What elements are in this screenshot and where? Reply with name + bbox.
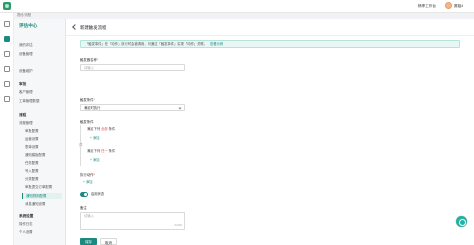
event-select[interactable]: 满足时执行 [80,104,185,111]
enable-toggle[interactable] [80,192,88,197]
cond-text: 满足下列 任一 条件 [87,149,116,153]
user-name[interactable]: 赛姐4 [454,4,463,8]
main-panel: 新建触发流程 「触发事件」在「动作」执行时会被调用，可通过「触发事件」实现「动作… [66,19,474,245]
sidebar-sub-item-active[interactable]: 通知规则配置 [22,193,62,200]
sidebar: 评估中心 我的评估 设备管理 设备维护 审批 客户管理 工单管理数据 流程 流程… [14,19,66,245]
message-icon[interactable] [4,66,10,72]
save-button[interactable]: 保存 [80,238,97,245]
sidebar-sub-item[interactable]: 分类配置 [25,177,39,181]
cancel-button[interactable]: 取消 [100,238,117,245]
info-notice: 「触发事件」在「动作」执行时会被调用，可通过「触发事件」实现「动作」关联。 查看… [80,40,460,48]
sidebar-item[interactable]: 个人设置 [19,230,33,234]
divider [66,35,474,36]
char-counter: 0/200 [174,222,182,227]
toggle-label: 启用状态 [91,191,105,196]
sidebar-sub-item[interactable]: 表单设置 [25,145,39,149]
sidebar-group-label[interactable]: 流程管理 [19,121,33,125]
user-icon[interactable] [4,51,10,57]
sidebar-section: 审批 [19,82,27,86]
sidebar-item[interactable]: 操作日志 [19,222,33,226]
sidebar-item[interactable]: 设备维护 [19,69,33,73]
avatar[interactable] [445,2,452,9]
notice-link[interactable]: 查看示例 [210,42,223,46]
name-input[interactable]: 请输入 [80,64,185,71]
add-action-button[interactable]: + 添加 [83,180,92,185]
add-condition-button[interactable]: + 添加 [90,158,99,163]
sidebar-section: 系统设置 [19,214,34,218]
help-chat-icon[interactable] [456,216,467,227]
sidebar-item[interactable]: 工单管理数据 [19,99,39,103]
remark-label: 备注 [80,206,87,210]
cond-label: 触发条件 [80,120,94,124]
cond-group-2: 满足下列 任一 条件 + 添加 [80,147,185,166]
sidebar-sub-item[interactable]: 号入配置 [25,169,39,173]
add-condition-button[interactable]: + 添加 [90,136,99,141]
icon-rail [0,13,14,245]
event-label: 触发条件* [80,98,95,102]
name-label: 触发器名称* [80,58,99,62]
home-icon[interactable] [4,21,10,27]
sidebar-item[interactable]: 客户管理 [19,90,33,94]
workspace-switcher[interactable]: 畅享工作台 [418,4,436,8]
cond-text: 满足下列 全部 条件 [87,127,116,131]
remark-textarea[interactable]: 请输入 0/200 [80,212,185,230]
sidebar-title: 评估中心 [19,23,38,28]
top-bar: 畅享工作台 赛姐4 [0,0,474,13]
back-arrow-icon[interactable] [72,24,78,30]
app-logo-icon[interactable] [3,2,11,10]
chevron-down-icon [178,106,182,109]
page-title: 新建触发流程 [80,24,107,30]
sidebar-item[interactable]: 设备管理 [19,52,33,56]
sidebar-sub-item[interactable]: 审批提交订单配置 [25,185,52,189]
action-label: 执行动作* [80,173,95,177]
notice-text: 「触发事件」在「动作」执行时会被调用，可通过「触发事件」实现「动作」关联。 [85,42,207,46]
apps-icon[interactable] [4,36,10,42]
sidebar-item[interactable]: 我的评估 [19,43,33,47]
cond-group-1: 满足下列 全部 条件 + 添加 [80,125,185,144]
sidebar-section: 流程 [19,113,27,117]
sidebar-sub-item[interactable]: 任务配置 [25,161,39,165]
sidebar-sub-item[interactable]: 消息通知设置 [25,202,45,206]
sidebar-sub-item[interactable]: 审批配置 [25,129,39,133]
settings-icon[interactable] [4,81,10,87]
sidebar-sub-item[interactable]: 运营设置 [25,137,39,141]
book-icon[interactable] [4,96,10,102]
sidebar-sub-item[interactable]: 通知模板配置 [25,153,45,157]
breadcrumb: 赛优/流程 [17,13,32,17]
